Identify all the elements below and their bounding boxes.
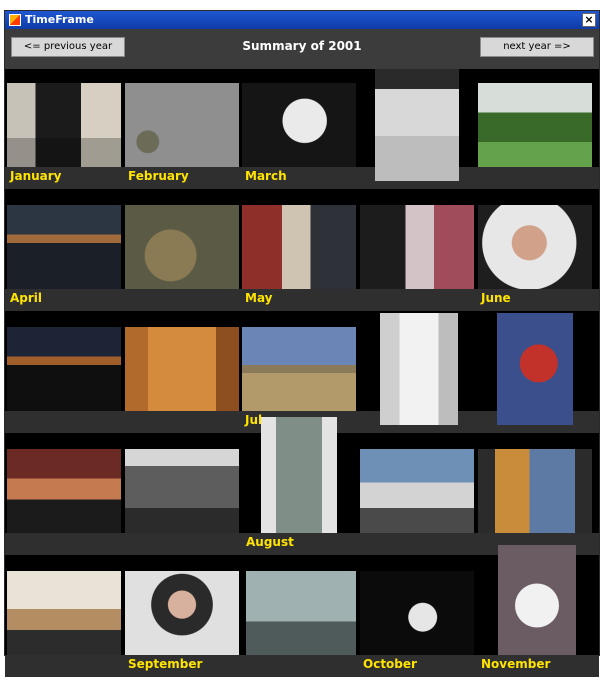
photo-thumbnail[interactable] bbox=[478, 205, 592, 289]
month-label: September bbox=[128, 657, 203, 671]
title-bar[interactable]: TimeFrame × bbox=[5, 11, 599, 29]
photo-thumbnail[interactable] bbox=[125, 83, 239, 167]
thumbnail-cell[interactable]: May bbox=[242, 191, 359, 313]
month-label: May bbox=[245, 291, 273, 305]
thumbnail-row-1: January February March bbox=[5, 69, 599, 191]
toolbar: <= previous year Summary of 2001 next ye… bbox=[5, 29, 599, 69]
photo-thumbnail[interactable] bbox=[360, 449, 474, 533]
thumbnail-cell[interactable] bbox=[7, 435, 124, 557]
photo-thumbnail[interactable] bbox=[380, 313, 458, 425]
month-label: November bbox=[481, 657, 551, 671]
thumbnail-cell[interactable]: March bbox=[242, 69, 359, 191]
thumbnail-cell[interactable] bbox=[375, 69, 492, 191]
thumbnail-cell[interactable]: January bbox=[7, 69, 124, 191]
thumbnail-cell[interactable] bbox=[7, 557, 124, 679]
photo-thumbnail[interactable] bbox=[125, 571, 239, 655]
thumbnail-cell[interactable]: November bbox=[478, 545, 595, 679]
thumbnail-cell[interactable] bbox=[125, 435, 242, 557]
photo-thumbnail[interactable] bbox=[242, 83, 356, 167]
photo-thumbnail[interactable] bbox=[375, 69, 459, 181]
photo-thumbnail[interactable] bbox=[360, 571, 474, 655]
thumbnail-cell[interactable] bbox=[360, 435, 477, 557]
month-label: April bbox=[10, 291, 43, 305]
month-label: January bbox=[10, 169, 62, 183]
thumbnail-cell[interactable] bbox=[246, 557, 363, 679]
app-icon bbox=[9, 14, 21, 26]
next-year-button[interactable]: next year => bbox=[480, 37, 594, 57]
month-label: October bbox=[363, 657, 417, 671]
window-title: TimeFrame bbox=[25, 13, 94, 26]
month-label: August bbox=[246, 535, 294, 549]
thumbnail-cell[interactable]: October bbox=[360, 557, 477, 679]
photo-thumbnail[interactable] bbox=[7, 449, 121, 533]
photo-thumbnail[interactable] bbox=[261, 417, 337, 533]
photo-thumbnail[interactable] bbox=[125, 205, 239, 289]
thumbnail-row-5: September October November bbox=[5, 545, 599, 679]
close-button[interactable]: × bbox=[582, 13, 596, 27]
photo-thumbnail[interactable] bbox=[7, 327, 121, 411]
photo-thumbnail[interactable] bbox=[478, 449, 592, 533]
photo-thumbnail[interactable] bbox=[360, 205, 474, 289]
thumbnail-cell[interactable] bbox=[360, 191, 477, 313]
photo-thumbnail[interactable] bbox=[478, 83, 592, 167]
month-label: June bbox=[481, 291, 511, 305]
month-label: February bbox=[128, 169, 189, 183]
thumbnail-cell[interactable]: April bbox=[7, 191, 124, 313]
photo-thumbnail[interactable] bbox=[242, 327, 356, 411]
photo-thumbnail[interactable] bbox=[246, 571, 356, 655]
thumbnail-cell[interactable]: September bbox=[125, 557, 242, 679]
thumbnail-cell[interactable]: February bbox=[125, 69, 242, 191]
month-label: March bbox=[245, 169, 287, 183]
thumbnail-cell[interactable] bbox=[478, 435, 595, 557]
photo-thumbnail[interactable] bbox=[7, 205, 121, 289]
photo-thumbnail[interactable] bbox=[242, 205, 356, 289]
thumbnail-cell[interactable] bbox=[478, 69, 595, 191]
photo-thumbnail[interactable] bbox=[125, 327, 239, 411]
photo-thumbnail[interactable] bbox=[7, 83, 121, 167]
photo-thumbnail[interactable] bbox=[7, 571, 121, 655]
thumbnail-cell[interactable] bbox=[478, 313, 595, 435]
photo-thumbnail[interactable] bbox=[497, 313, 573, 425]
timeframe-window: TimeFrame × <= previous year Summary of … bbox=[4, 10, 600, 677]
thumbnail-cell[interactable]: June bbox=[478, 191, 595, 313]
thumbnail-cell[interactable] bbox=[125, 313, 242, 435]
thumbnail-row-2: April May June bbox=[5, 191, 599, 313]
thumbnail-cell[interactable] bbox=[7, 313, 124, 435]
thumbnail-cell[interactable] bbox=[125, 191, 242, 313]
thumbnail-row-4: August bbox=[5, 417, 599, 557]
photo-thumbnail[interactable] bbox=[125, 449, 239, 533]
photo-thumbnail[interactable] bbox=[498, 545, 576, 655]
